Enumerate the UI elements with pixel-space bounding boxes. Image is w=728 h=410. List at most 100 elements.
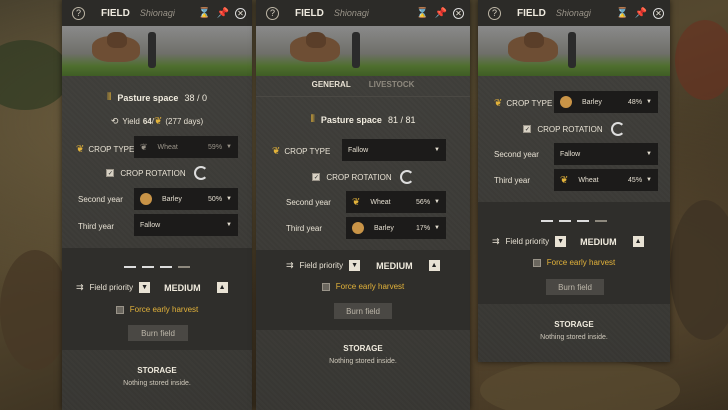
- help-icon[interactable]: ?: [266, 6, 279, 20]
- crop-type-value: Wheat: [157, 143, 178, 151]
- storage-text: Nothing stored inside.: [540, 334, 608, 341]
- crop-rotation-checkbox[interactable]: ✓: [312, 173, 321, 181]
- second-year-label: Second year: [494, 150, 539, 159]
- tabs: GENERAL LIVESTOCK: [256, 80, 470, 89]
- priority-icon: ⇉: [76, 282, 84, 292]
- map-terrain: [480, 360, 680, 410]
- force-harvest-label: Force early harvest: [546, 258, 616, 267]
- field-banner-image: [62, 26, 252, 76]
- help-icon[interactable]: ?: [488, 6, 501, 20]
- wheat-icon: ❦: [154, 116, 163, 127]
- second-year-dropdown[interactable]: Barley 50% ▼: [134, 188, 238, 210]
- field-priority-section: ⇉ Field priority ▼ MEDIUM ▲ Force early …: [62, 248, 252, 350]
- third-year-pct: 17%: [416, 224, 431, 232]
- wheat-icon: ❦: [352, 196, 361, 208]
- crop-type-dropdown[interactable]: Barley 48% ▼: [554, 91, 658, 113]
- second-year-label: Second year: [78, 195, 123, 204]
- field-banner-image: [478, 26, 670, 76]
- crop-type-dropdown[interactable]: ❦ Wheat 59% ▼: [134, 136, 238, 158]
- field-priority-label: Field priority: [299, 261, 344, 270]
- force-harvest-checkbox[interactable]: [321, 282, 330, 291]
- hourglass-icon[interactable]: ⌛: [198, 8, 210, 19]
- tab-livestock[interactable]: LIVESTOCK: [369, 80, 415, 89]
- map-terrain: [0, 250, 70, 370]
- crop-rotation-label: CROP ROTATION: [120, 168, 186, 178]
- third-year-dropdown[interactable]: ❦ Wheat 45% ▼: [554, 169, 658, 191]
- force-harvest-checkbox[interactable]: [532, 258, 541, 267]
- crop-type-dropdown[interactable]: Fallow ▼: [342, 139, 446, 161]
- chevron-down-icon: ▼: [646, 177, 652, 183]
- force-harvest-checkbox[interactable]: [115, 305, 124, 314]
- force-harvest-row: Force early harvest: [478, 258, 670, 267]
- priority-down-button[interactable]: ▼: [139, 282, 151, 293]
- burn-field-button[interactable]: Burn field: [128, 325, 188, 341]
- second-year-dropdown[interactable]: ❦ Wheat 56% ▼: [346, 191, 446, 213]
- pin-icon[interactable]: 📌: [217, 8, 229, 19]
- second-year-value: Fallow: [560, 150, 581, 158]
- sickle-icon: [178, 258, 190, 268]
- harvest-icon: [577, 212, 589, 222]
- crop-rotation-checkbox[interactable]: ✓: [523, 125, 532, 133]
- crop-type-value: Fallow: [348, 146, 369, 154]
- growth-stages: [62, 258, 252, 268]
- sickle-icon: ⟲: [110, 116, 119, 126]
- pasture-label: Pasture space: [320, 114, 382, 125]
- priority-down-button[interactable]: ▼: [349, 260, 361, 271]
- tab-general[interactable]: GENERAL: [312, 80, 351, 89]
- force-harvest-label: Force early harvest: [129, 305, 199, 314]
- crop-rotation-row: ✓ CROP ROTATION: [478, 122, 670, 136]
- force-harvest-row: Force early harvest: [62, 305, 252, 314]
- panel-subtitle: Shionagi: [333, 8, 369, 18]
- panel-title: FIELD: [101, 7, 130, 19]
- panel-titlebar: ? FIELD Shionagi ⌛ 📌 ✕: [62, 0, 252, 26]
- field-priority-section: ⇉ Field priority ▼ MEDIUM ▲ Force early …: [478, 202, 670, 304]
- pin-icon[interactable]: 📌: [635, 8, 647, 19]
- field-priority-row: ⇉ Field priority ▼ MEDIUM ▲: [492, 236, 670, 247]
- field-priority-value: MEDIUM: [376, 260, 413, 271]
- panel-title: FIELD: [517, 7, 546, 19]
- pasture-icon: ⦀: [107, 92, 112, 103]
- panel-title: FIELD: [295, 7, 324, 19]
- hourglass-icon[interactable]: ⌛: [616, 8, 628, 19]
- priority-up-button[interactable]: ▲: [216, 282, 228, 293]
- crop-type-icon: ❦: [272, 146, 281, 157]
- wheat-icon: ❦: [140, 141, 148, 152]
- second-year-value: Wheat: [370, 198, 391, 206]
- priority-up-button[interactable]: ▲: [632, 236, 644, 247]
- help-icon[interactable]: ?: [72, 6, 85, 20]
- close-icon[interactable]: ✕: [453, 7, 464, 19]
- crop-rotation-checkbox[interactable]: ✓: [106, 169, 115, 177]
- burn-field-button[interactable]: Burn field: [546, 279, 604, 295]
- burn-field-button[interactable]: Burn field: [334, 303, 392, 319]
- third-year-label: Third year: [286, 224, 323, 233]
- wheat-icon: ❦: [560, 174, 569, 186]
- pin-icon[interactable]: 📌: [435, 8, 447, 19]
- storage-title: STORAGE: [343, 344, 383, 353]
- third-year-dropdown[interactable]: Fallow ▼: [134, 214, 238, 236]
- crop-rotation-label: CROP ROTATION: [537, 124, 603, 134]
- priority-down-button[interactable]: ▼: [555, 236, 567, 247]
- map-terrain: [0, 40, 70, 110]
- third-year-value: Wheat: [578, 176, 599, 184]
- third-year-label: Third year: [494, 176, 531, 185]
- close-icon[interactable]: ✕: [653, 7, 664, 19]
- force-harvest-row: Force early harvest: [256, 282, 470, 291]
- field-priority-label: Field priority: [505, 237, 550, 246]
- field-banner-image: [256, 26, 470, 76]
- field-panel-1: ? FIELD Shionagi ⌛ 📌 ✕ ⦀ Pasture space 3…: [62, 0, 252, 410]
- third-year-value: Barley: [374, 224, 394, 232]
- pasture-label: Pasture space: [117, 92, 179, 103]
- panel-titlebar: ? FIELD Shionagi ⌛ 📌 ✕: [256, 0, 470, 26]
- chevron-down-icon: ▼: [646, 99, 652, 105]
- second-year-pct: 56%: [416, 198, 431, 206]
- second-year-dropdown[interactable]: Fallow ▼: [554, 143, 658, 165]
- priority-up-button[interactable]: ▲: [428, 260, 440, 271]
- hourglass-icon[interactable]: ⌛: [416, 8, 428, 19]
- second-year-pct: 50%: [208, 195, 223, 203]
- pasture-value: 81 / 81: [387, 114, 416, 125]
- close-icon[interactable]: ✕: [235, 7, 246, 19]
- pasture-row: ⦀ Pasture space 38 / 0: [62, 92, 252, 103]
- crop-rotation-row: ✓ CROP ROTATION: [256, 170, 470, 184]
- pasture-icon: ⦀: [310, 114, 315, 125]
- third-year-dropdown[interactable]: Barley 17% ▼: [346, 217, 446, 239]
